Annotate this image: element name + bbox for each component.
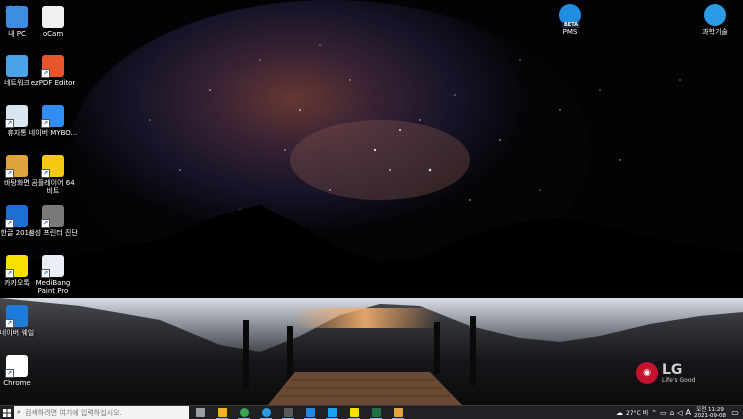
taskbar-app-2[interactable] [233, 406, 255, 419]
app-icon [393, 408, 403, 417]
shortcut-arrow-icon: ↗ [41, 69, 50, 78]
lg-text-block: LG Life's Good [662, 363, 695, 384]
desktop-icon-label: 네이버 웨일 [0, 329, 35, 337]
desktop-icon-11[interactable]: ↗ MediBang Paint Pro [28, 255, 78, 295]
notification-center-icon[interactable]: ▭ [729, 408, 741, 417]
shortcut-arrow-icon: ↗ [5, 369, 14, 378]
desktop [0, 0, 743, 405]
recycle-bin-icon: ↗ [5, 105, 28, 128]
desktop-icon-label: MediBang Paint Pro [35, 279, 71, 295]
shortcut-arrow-icon: ↗ [5, 119, 14, 128]
desktop-icon-1[interactable]: oCam [28, 6, 78, 38]
naver-whale-icon: ↗ [5, 305, 28, 328]
naver-mybox-icon: ↗ [41, 105, 64, 128]
desktop-icon-3[interactable]: ↗ ezPDF Editor [28, 55, 78, 87]
network-icon[interactable]: ⌂ [670, 409, 674, 417]
desktop-icon-label: oCam [42, 30, 64, 38]
medibang-icon: ↗ [41, 255, 64, 278]
printer-diagnosis-icon: ↗ [41, 205, 64, 228]
desktop-icon-7[interactable]: ↗ 곰플레이어 64 비트 [28, 155, 78, 195]
desktop-icon-9[interactable]: ↗ 삼성 프린터 진단 [28, 205, 78, 237]
desktop-icon-label: 곰플레이어 64 비트 [31, 179, 75, 195]
twitter-icon [327, 408, 337, 417]
shortcut-arrow-icon: ↗ [41, 119, 50, 128]
desktop-icon-label: ezPDF Editor [30, 79, 76, 87]
desktop-folder-icon: ↗ [5, 155, 28, 178]
chrome-icon: ↗ [5, 355, 28, 378]
kakaotalk-icon: ↗ [5, 255, 28, 278]
hangul-icon: ↗ [5, 205, 28, 228]
chrome-icon [239, 408, 249, 417]
desktop-icon-label: Chrome [3, 379, 31, 387]
computer-icon [6, 6, 28, 28]
shortcut-arrow-icon: ↗ [41, 219, 50, 228]
edge-icon [261, 408, 271, 417]
wallpaper-milky-way-lake [0, 0, 743, 405]
gomplayer-icon: ↗ [41, 155, 64, 178]
start-button[interactable] [0, 406, 14, 419]
task-view-icon [195, 408, 205, 417]
weather-icon[interactable]: ☁ [616, 409, 623, 417]
desktop-icon-13[interactable]: ↗ Chrome [0, 355, 42, 387]
desktop-icon-label: 네이버 MYBO... [28, 129, 78, 137]
volume-icon[interactable]: ◁ [677, 409, 682, 417]
taskbar-app-8[interactable] [365, 406, 387, 419]
search-input[interactable] [20, 408, 175, 417]
battery-icon[interactable]: ▭ [660, 409, 667, 417]
ezpdf-icon: ↗ [41, 55, 64, 78]
taskbar-app-6[interactable] [321, 406, 343, 419]
show-hidden-icons-icon[interactable]: ⌃ [651, 409, 657, 417]
desktop-icon-12[interactable]: ↗ 네이버 웨일 [0, 305, 42, 337]
shortcut-arrow-icon: ↗ [41, 169, 50, 178]
desktop-icon-right-1[interactable]: 과학기술 [690, 4, 740, 36]
taskbar-search-box[interactable]: ⌕ [14, 406, 189, 419]
taskbar-app-5[interactable] [299, 406, 321, 419]
file-explorer-icon [217, 408, 227, 417]
desktop-icon-label: 삼성 프린터 진단 [28, 229, 78, 237]
taskbar: ⌕ ☁ 27°C 비 ⌃ ▭ ⌂ ◁ A 오전 11:29 2021-09-08… [0, 405, 743, 419]
shortcut-arrow-icon: ↗ [41, 269, 50, 278]
excel-icon [371, 408, 381, 417]
shortcut-arrow-icon: ↗ [5, 219, 14, 228]
network-icon [6, 55, 28, 77]
ocam-icon [42, 6, 64, 28]
lg-logo-text: LG [662, 361, 683, 378]
clock-time: 오전 11:29 [696, 406, 724, 413]
desktop-icon-label: PMS [562, 28, 578, 36]
ime-indicator[interactable]: A [686, 408, 691, 417]
taskbar-app-7[interactable] [343, 406, 365, 419]
taskbar-clock[interactable]: 오전 11:29 2021-09-08 [694, 407, 726, 419]
windows-logo-icon [3, 408, 11, 417]
taskbar-app-1[interactable] [211, 406, 233, 419]
beta-badge: BETA [562, 22, 581, 28]
desktop-icon-right-0[interactable]: BETA PMS [545, 4, 595, 36]
taskbar-app-9[interactable] [387, 406, 409, 419]
shortcut-arrow-icon: ↗ [5, 269, 14, 278]
edge-icon [704, 4, 726, 26]
mail-icon [305, 408, 315, 417]
lg-brand: ◉ LG Life's Good [636, 362, 695, 384]
lg-tagline: Life's Good [662, 376, 696, 384]
store-icon [283, 408, 293, 417]
desktop-icon-5[interactable]: ↗ 네이버 MYBO... [28, 105, 78, 137]
kakaotalk-icon [349, 408, 359, 417]
edge-beta-icon: BETA [559, 4, 581, 28]
taskbar-app-3[interactable] [255, 406, 277, 419]
desktop-icon-label: 과학기술 [702, 28, 728, 36]
lg-logo-icon: ◉ [636, 362, 658, 384]
shortcut-arrow-icon: ↗ [5, 319, 14, 328]
taskbar-app-0[interactable] [189, 406, 211, 419]
weather-text[interactable]: 27°C 비 [626, 408, 648, 417]
system-tray: ☁ 27°C 비 ⌃ ▭ ⌂ ◁ A 오전 11:29 2021-09-08 ▭ [616, 406, 743, 419]
taskbar-app-4[interactable] [277, 406, 299, 419]
shortcut-arrow-icon: ↗ [5, 169, 14, 178]
